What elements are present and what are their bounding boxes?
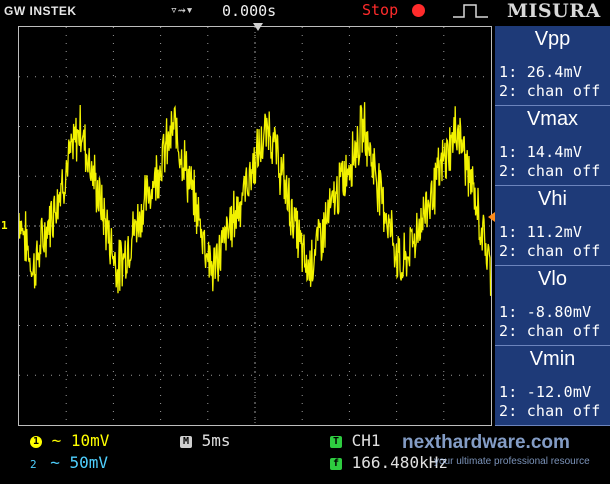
measurement-ch1-value: 1: 11.2mV — [499, 223, 583, 241]
measurement-vmax[interactable]: Vmax 1: 14.4mV 2: chan off — [495, 106, 610, 186]
trigger-badge-icon: T — [330, 435, 342, 448]
timebase-readout[interactable]: M 5ms — [180, 431, 231, 450]
measurement-title: Vmax — [526, 108, 579, 130]
run-stop-status[interactable]: Stop — [362, 1, 398, 19]
ch1-badge-icon: 1 — [30, 435, 42, 448]
ch1-scale-readout[interactable]: 1 ~ 10mV — [30, 431, 109, 450]
measurement-ch2-value: 2: chan off — [499, 162, 601, 180]
measurement-ch1-value: 1: -12.0mV — [499, 383, 592, 401]
ch2-badge-icon: 2 — [30, 458, 37, 471]
timebase-badge-icon: M — [180, 435, 192, 448]
measurement-ch2-value: 2: chan off — [499, 322, 601, 340]
waveform-display[interactable] — [18, 26, 492, 426]
measurement-ch1-value: 1: 14.4mV — [499, 143, 583, 161]
ch1-ground-marker: 1 — [1, 219, 8, 232]
measurement-ch2-value: 2: chan off — [499, 82, 601, 100]
top-status-bar: GW INSTEK ▿⇝▾ 0.000s Stop MISURA — [0, 0, 610, 22]
measurement-ch2-value: 2: chan off — [499, 402, 601, 420]
ch2-scale-value: ~ 50mV — [50, 453, 109, 472]
ch1-scale-value: ~ 10mV — [51, 431, 110, 450]
measurement-vpp[interactable]: Vpp 1: 26.4mV 2: chan off — [495, 26, 610, 106]
brand-logo: GW INSTEK — [4, 4, 77, 18]
frequency-readout: f 166.480kHz — [330, 453, 448, 472]
measurement-vlo[interactable]: Vlo 1: -8.80mV 2: chan off — [495, 266, 610, 346]
trigger-source-readout[interactable]: T CH1 — [330, 431, 381, 450]
measurement-title: Vmin — [529, 348, 576, 370]
waveform-graticule — [19, 27, 491, 425]
ch2-scale-readout[interactable]: 2 ~ 50mV — [30, 453, 108, 472]
measurement-title: Vlo — [538, 268, 567, 290]
measurement-vmin[interactable]: Vmin 1: -12.0mV 2: chan off — [495, 346, 610, 426]
trigger-source-value: CH1 — [351, 431, 381, 450]
bottom-status-bar: 1 ~ 10mV 2 ~ 50mV M 5ms T CH1 f 166.480k… — [0, 426, 610, 484]
stop-indicator-icon — [412, 4, 425, 17]
measurement-ch2-value: 2: chan off — [499, 242, 601, 260]
watermark-site: nexthardware.com — [402, 432, 570, 453]
watermark-misura: MISURA — [507, 0, 601, 22]
rising-edge-icon — [453, 4, 488, 18]
frequency-badge-icon: f — [330, 457, 342, 470]
trigger-time-readout: 0.000s — [222, 2, 277, 20]
measurement-title: Vpp — [534, 28, 571, 50]
measurement-title: Vhi — [538, 188, 567, 210]
trigger-position-marker — [253, 23, 263, 31]
measurement-panel: Vpp 1: 26.4mV 2: chan off Vmax 1: 14.4mV… — [495, 26, 610, 426]
measurement-ch1-value: 1: -8.80mV — [499, 303, 592, 321]
trigger-delay-icon: ▿⇝▾ — [170, 3, 194, 18]
timebase-value: 5ms — [201, 431, 231, 450]
measurement-vhi[interactable]: Vhi 1: 11.2mV 2: chan off — [495, 186, 610, 266]
watermark-tagline: your ultimate professional resource — [434, 456, 590, 467]
measurement-ch1-value: 1: 26.4mV — [499, 63, 583, 81]
trigger-level-marker — [488, 212, 495, 222]
